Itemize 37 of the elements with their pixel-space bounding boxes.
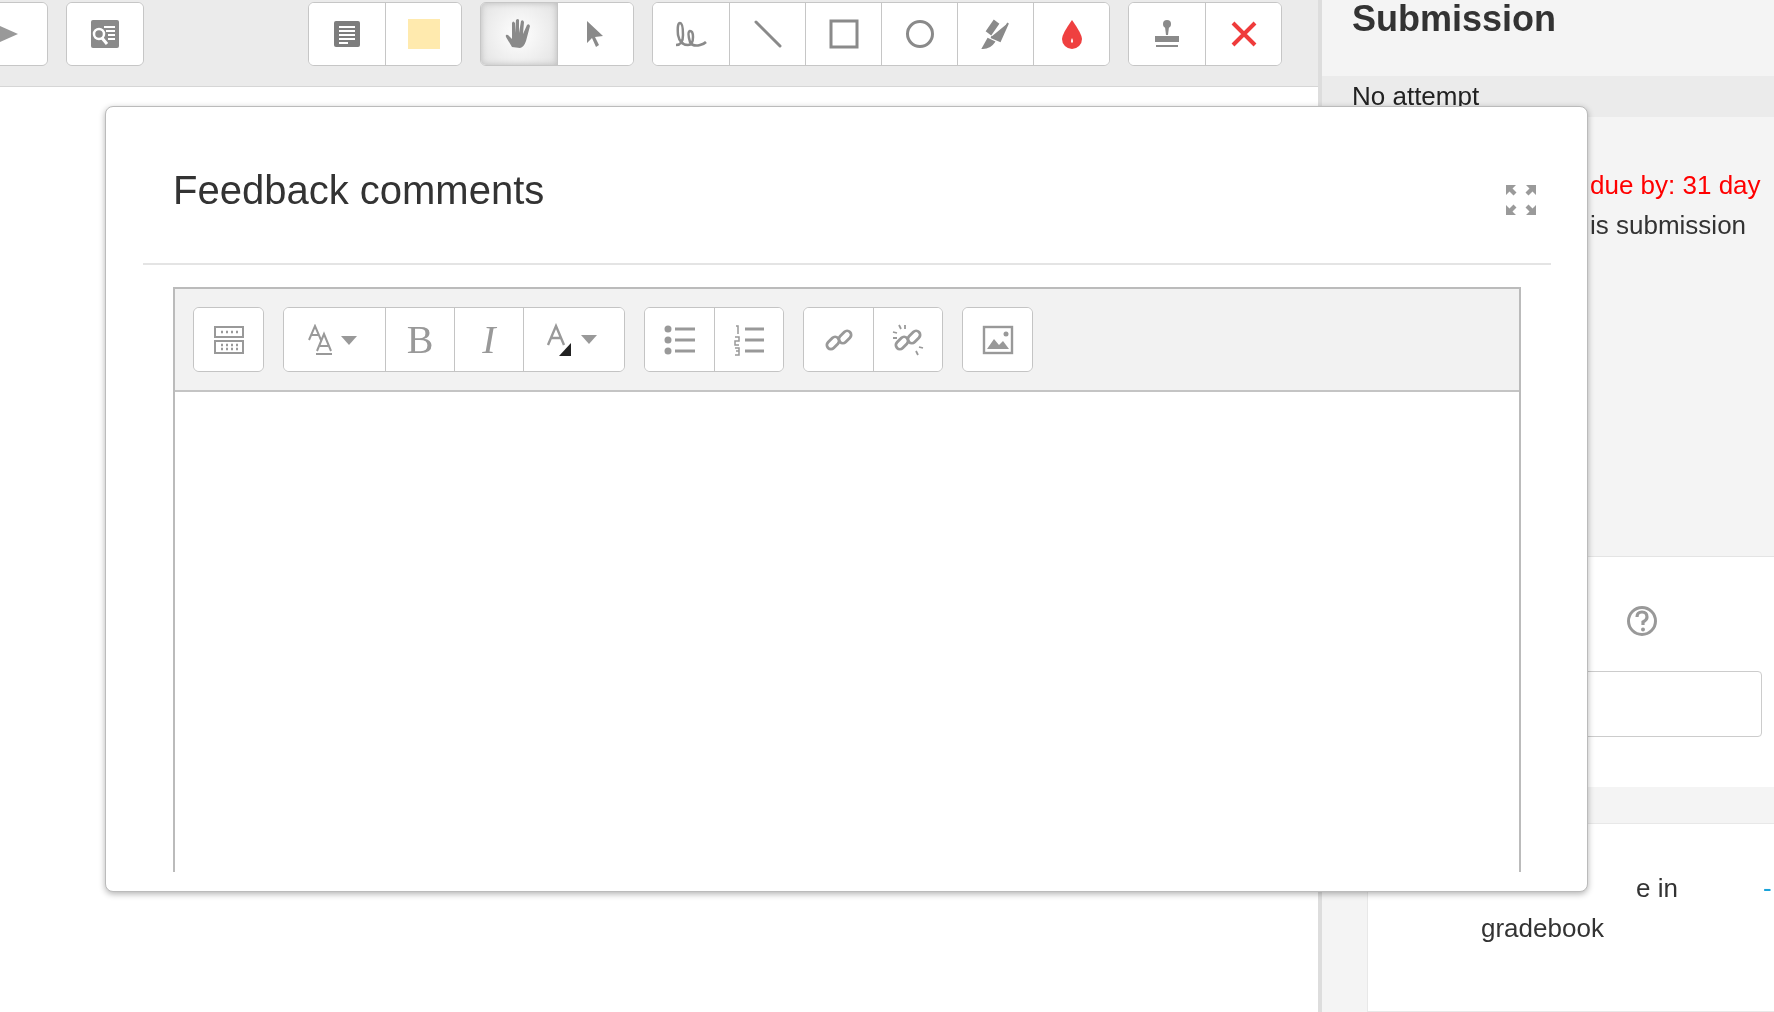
status-text: No attempt: [1352, 80, 1480, 111]
hand-tool-button[interactable]: [481, 3, 557, 65]
image-button[interactable]: [963, 308, 1032, 371]
text-editor[interactable]: B I: [173, 287, 1521, 872]
unlink-icon: [891, 322, 925, 357]
toggle-toolbar-button[interactable]: [194, 308, 263, 371]
search-page-tool-button[interactable]: [67, 3, 143, 65]
font-color-button[interactable]: [523, 308, 624, 371]
numbered-list-icon: [733, 323, 765, 356]
number-list-button[interactable]: [714, 308, 783, 371]
gradebook-label: e in: [1636, 871, 1678, 905]
dialog-title: Feedback comments: [173, 167, 545, 213]
ink-color-tool-button[interactable]: [1033, 3, 1109, 65]
section-heading: Submission: [1351, 0, 1558, 41]
rectangle-icon: [828, 19, 859, 49]
document-icon: [332, 19, 362, 49]
note-color-tool-button[interactable]: [385, 3, 461, 65]
pointer-tool-button[interactable]: [557, 3, 633, 65]
fullscreen-icon[interactable]: [1505, 184, 1537, 216]
help-icon[interactable]: [1626, 605, 1658, 638]
submission-note: is submission: [1590, 208, 1748, 242]
play-icon: [0, 23, 20, 45]
toolbar-toggle-icon: [212, 324, 245, 355]
page-search-icon: [88, 18, 122, 50]
bold-icon: B: [406, 319, 434, 360]
due-date-text: due by: 31 day: [1590, 168, 1762, 202]
pen-loop-icon: [674, 20, 708, 48]
italic-icon: I: [482, 319, 496, 360]
image-icon: [981, 324, 1014, 355]
bullet-list-icon: [663, 324, 696, 355]
gradebook-label: gradebook: [1481, 911, 1605, 945]
unlink-button[interactable]: [873, 308, 942, 371]
line-icon: [752, 19, 783, 49]
highlighter-icon: [979, 17, 1012, 51]
delete-tool-button[interactable]: [1205, 3, 1281, 65]
circle-icon: [904, 19, 935, 49]
grade-value: -: [1762, 871, 1772, 905]
